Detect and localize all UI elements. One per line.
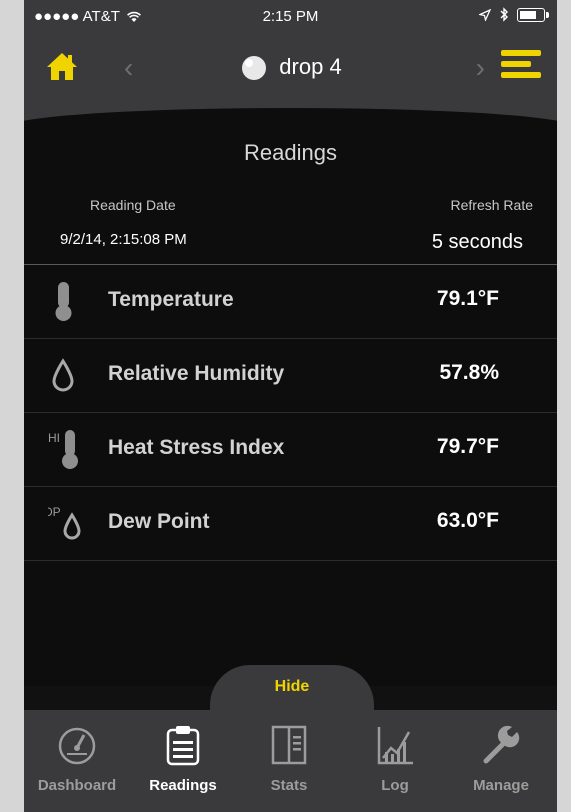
status-bar: ●●●●● AT&T 2:15 PM bbox=[24, 0, 557, 34]
menu-icon[interactable] bbox=[501, 50, 541, 84]
battery-icon bbox=[517, 7, 549, 22]
tab-label: Manage bbox=[473, 777, 529, 794]
page-title: Readings bbox=[244, 140, 337, 165]
tab-label: Dashboard bbox=[37, 777, 117, 794]
tab-readings[interactable]: Readings bbox=[130, 710, 236, 812]
refresh-rate-value[interactable]: 5 seconds bbox=[432, 231, 523, 254]
clipboard-icon bbox=[166, 726, 200, 766]
stats-icon bbox=[271, 725, 307, 765]
tab-log[interactable]: Log bbox=[342, 710, 448, 812]
reading-label: Relative Humidity bbox=[108, 362, 285, 385]
heat-index-icon-text: HI bbox=[48, 431, 60, 445]
gauge-icon bbox=[58, 727, 96, 765]
thermometer-icon bbox=[55, 282, 72, 321]
menu-bar bbox=[501, 72, 541, 78]
tab-label: Log bbox=[381, 777, 409, 794]
reading-label: Heat Stress Index bbox=[108, 436, 285, 459]
location-icon bbox=[479, 8, 491, 21]
droplet-icon bbox=[52, 358, 74, 392]
next-device-button[interactable]: › bbox=[476, 52, 485, 84]
status-time: 2:15 PM bbox=[262, 8, 319, 25]
status-right bbox=[479, 7, 549, 22]
reading-value: 79.1°F bbox=[436, 287, 499, 310]
tab-bar: Dashboard Readings Stats Log Manage bbox=[24, 710, 557, 812]
wrench-icon bbox=[483, 725, 520, 764]
reading-label: Temperature bbox=[108, 288, 234, 311]
tab-label: Stats bbox=[270, 777, 308, 794]
menu-bar bbox=[501, 50, 541, 56]
reading-label: Dew Point bbox=[108, 510, 210, 533]
refresh-rate-label: Refresh Rate bbox=[450, 197, 533, 213]
tab-dashboard[interactable]: Dashboard bbox=[24, 710, 130, 812]
reading-value: 63.0°F bbox=[436, 509, 499, 532]
reading-value: 57.8% bbox=[439, 361, 499, 384]
dew-point-icon-text: DP bbox=[48, 505, 61, 519]
tab-manage[interactable]: Manage bbox=[448, 710, 554, 812]
phone-screen: ●●●●● AT&T 2:15 PM ‹ drop 4 › Readings R… bbox=[24, 0, 557, 812]
readings-panel: Readings Reading Date Refresh Rate 9/2/1… bbox=[24, 126, 557, 686]
dew-point-icon: DP bbox=[48, 505, 81, 540]
reading-row-temperature[interactable]: Temperature 79.1°F bbox=[24, 265, 557, 339]
reading-row-dew-point[interactable]: DP Dew Point 63.0°F bbox=[24, 487, 557, 561]
menu-bar bbox=[501, 61, 531, 67]
heat-index-icon: HI bbox=[48, 430, 78, 469]
nav-bar: ‹ drop 4 › bbox=[24, 34, 557, 148]
bluetooth-icon bbox=[500, 7, 508, 22]
reading-value: 79.7°F bbox=[436, 435, 499, 458]
reading-date-value: 9/2/14, 2:15:08 PM bbox=[60, 231, 187, 248]
tab-label: Readings bbox=[149, 777, 217, 794]
drop-sensor-icon bbox=[242, 56, 267, 80]
hide-tab-button[interactable]: Hide bbox=[210, 665, 374, 711]
reading-row-humidity[interactable]: Relative Humidity 57.8% bbox=[24, 339, 557, 413]
device-name: drop 4 bbox=[279, 54, 342, 79]
reading-date-label: Reading Date bbox=[90, 197, 176, 213]
tab-stats[interactable]: Stats bbox=[236, 710, 342, 812]
reading-row-heat-stress[interactable]: HI Heat Stress Index 79.7°F bbox=[24, 413, 557, 487]
graph-icon bbox=[377, 727, 413, 765]
